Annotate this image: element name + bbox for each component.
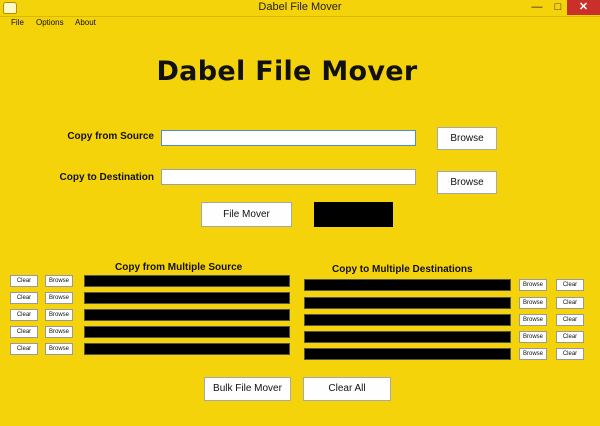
- destination-browse-button[interactable]: Browse: [519, 331, 547, 343]
- source-clear-button[interactable]: Clear: [10, 343, 38, 355]
- source-label: Copy from Source: [67, 131, 154, 142]
- destination-clear-button[interactable]: Clear: [556, 348, 584, 360]
- destination-path-field[interactable]: [304, 331, 511, 343]
- source-path-field[interactable]: [84, 326, 290, 338]
- title-bar: Dabel File Mover — □ ✕: [0, 0, 600, 17]
- source-path-field[interactable]: [84, 343, 290, 355]
- browse-source-button[interactable]: Browse: [437, 127, 497, 150]
- source-path-field[interactable]: [84, 275, 290, 287]
- destination-browse-button[interactable]: Browse: [519, 297, 547, 309]
- clear-all-button[interactable]: Clear All: [303, 377, 391, 401]
- source-clear-button[interactable]: Clear: [10, 309, 38, 321]
- destination-path-field[interactable]: [304, 279, 511, 291]
- destination-clear-button[interactable]: Clear: [556, 314, 584, 326]
- app-title: Dabel File Mover: [156, 56, 418, 87]
- maximize-button[interactable]: □: [549, 0, 567, 15]
- minimize-button[interactable]: —: [528, 0, 546, 15]
- source-browse-button[interactable]: Browse: [45, 275, 73, 287]
- source-clear-button[interactable]: Clear: [10, 326, 38, 338]
- destination-browse-button[interactable]: Browse: [519, 279, 547, 291]
- close-button[interactable]: ✕: [567, 0, 600, 15]
- browse-destination-button[interactable]: Browse: [437, 171, 497, 194]
- bulk-file-mover-button[interactable]: Bulk File Mover: [204, 377, 291, 401]
- window-title: Dabel File Mover: [258, 1, 342, 13]
- source-clear-button[interactable]: Clear: [10, 292, 38, 304]
- destination-path-field[interactable]: [304, 314, 511, 326]
- source-browse-button[interactable]: Browse: [45, 326, 73, 338]
- destination-browse-button[interactable]: Browse: [519, 348, 547, 360]
- menu-file[interactable]: File: [11, 18, 24, 27]
- destination-clear-button[interactable]: Clear: [556, 297, 584, 309]
- menu-about[interactable]: About: [75, 18, 96, 27]
- destination-browse-button[interactable]: Browse: [519, 314, 547, 326]
- source-path-field[interactable]: [84, 292, 290, 304]
- status-box: [314, 202, 393, 227]
- source-browse-button[interactable]: Browse: [45, 309, 73, 321]
- menu-bar: File Options About: [0, 17, 600, 30]
- source-input[interactable]: [161, 130, 416, 146]
- destination-path-field[interactable]: [304, 348, 511, 360]
- destination-clear-button[interactable]: Clear: [556, 331, 584, 343]
- menu-options[interactable]: Options: [36, 18, 64, 27]
- destination-input[interactable]: [161, 169, 416, 185]
- destination-label: Copy to Destination: [59, 172, 154, 183]
- source-browse-button[interactable]: Browse: [45, 343, 73, 355]
- source-path-field[interactable]: [84, 309, 290, 321]
- source-clear-button[interactable]: Clear: [10, 275, 38, 287]
- destination-path-field[interactable]: [304, 297, 511, 309]
- file-mover-button[interactable]: File Mover: [201, 202, 292, 227]
- destination-clear-button[interactable]: Clear: [556, 279, 584, 291]
- source-browse-button[interactable]: Browse: [45, 292, 73, 304]
- multiple-destination-heading: Copy to Multiple Destinations: [332, 264, 473, 275]
- multiple-source-heading: Copy from Multiple Source: [115, 262, 243, 273]
